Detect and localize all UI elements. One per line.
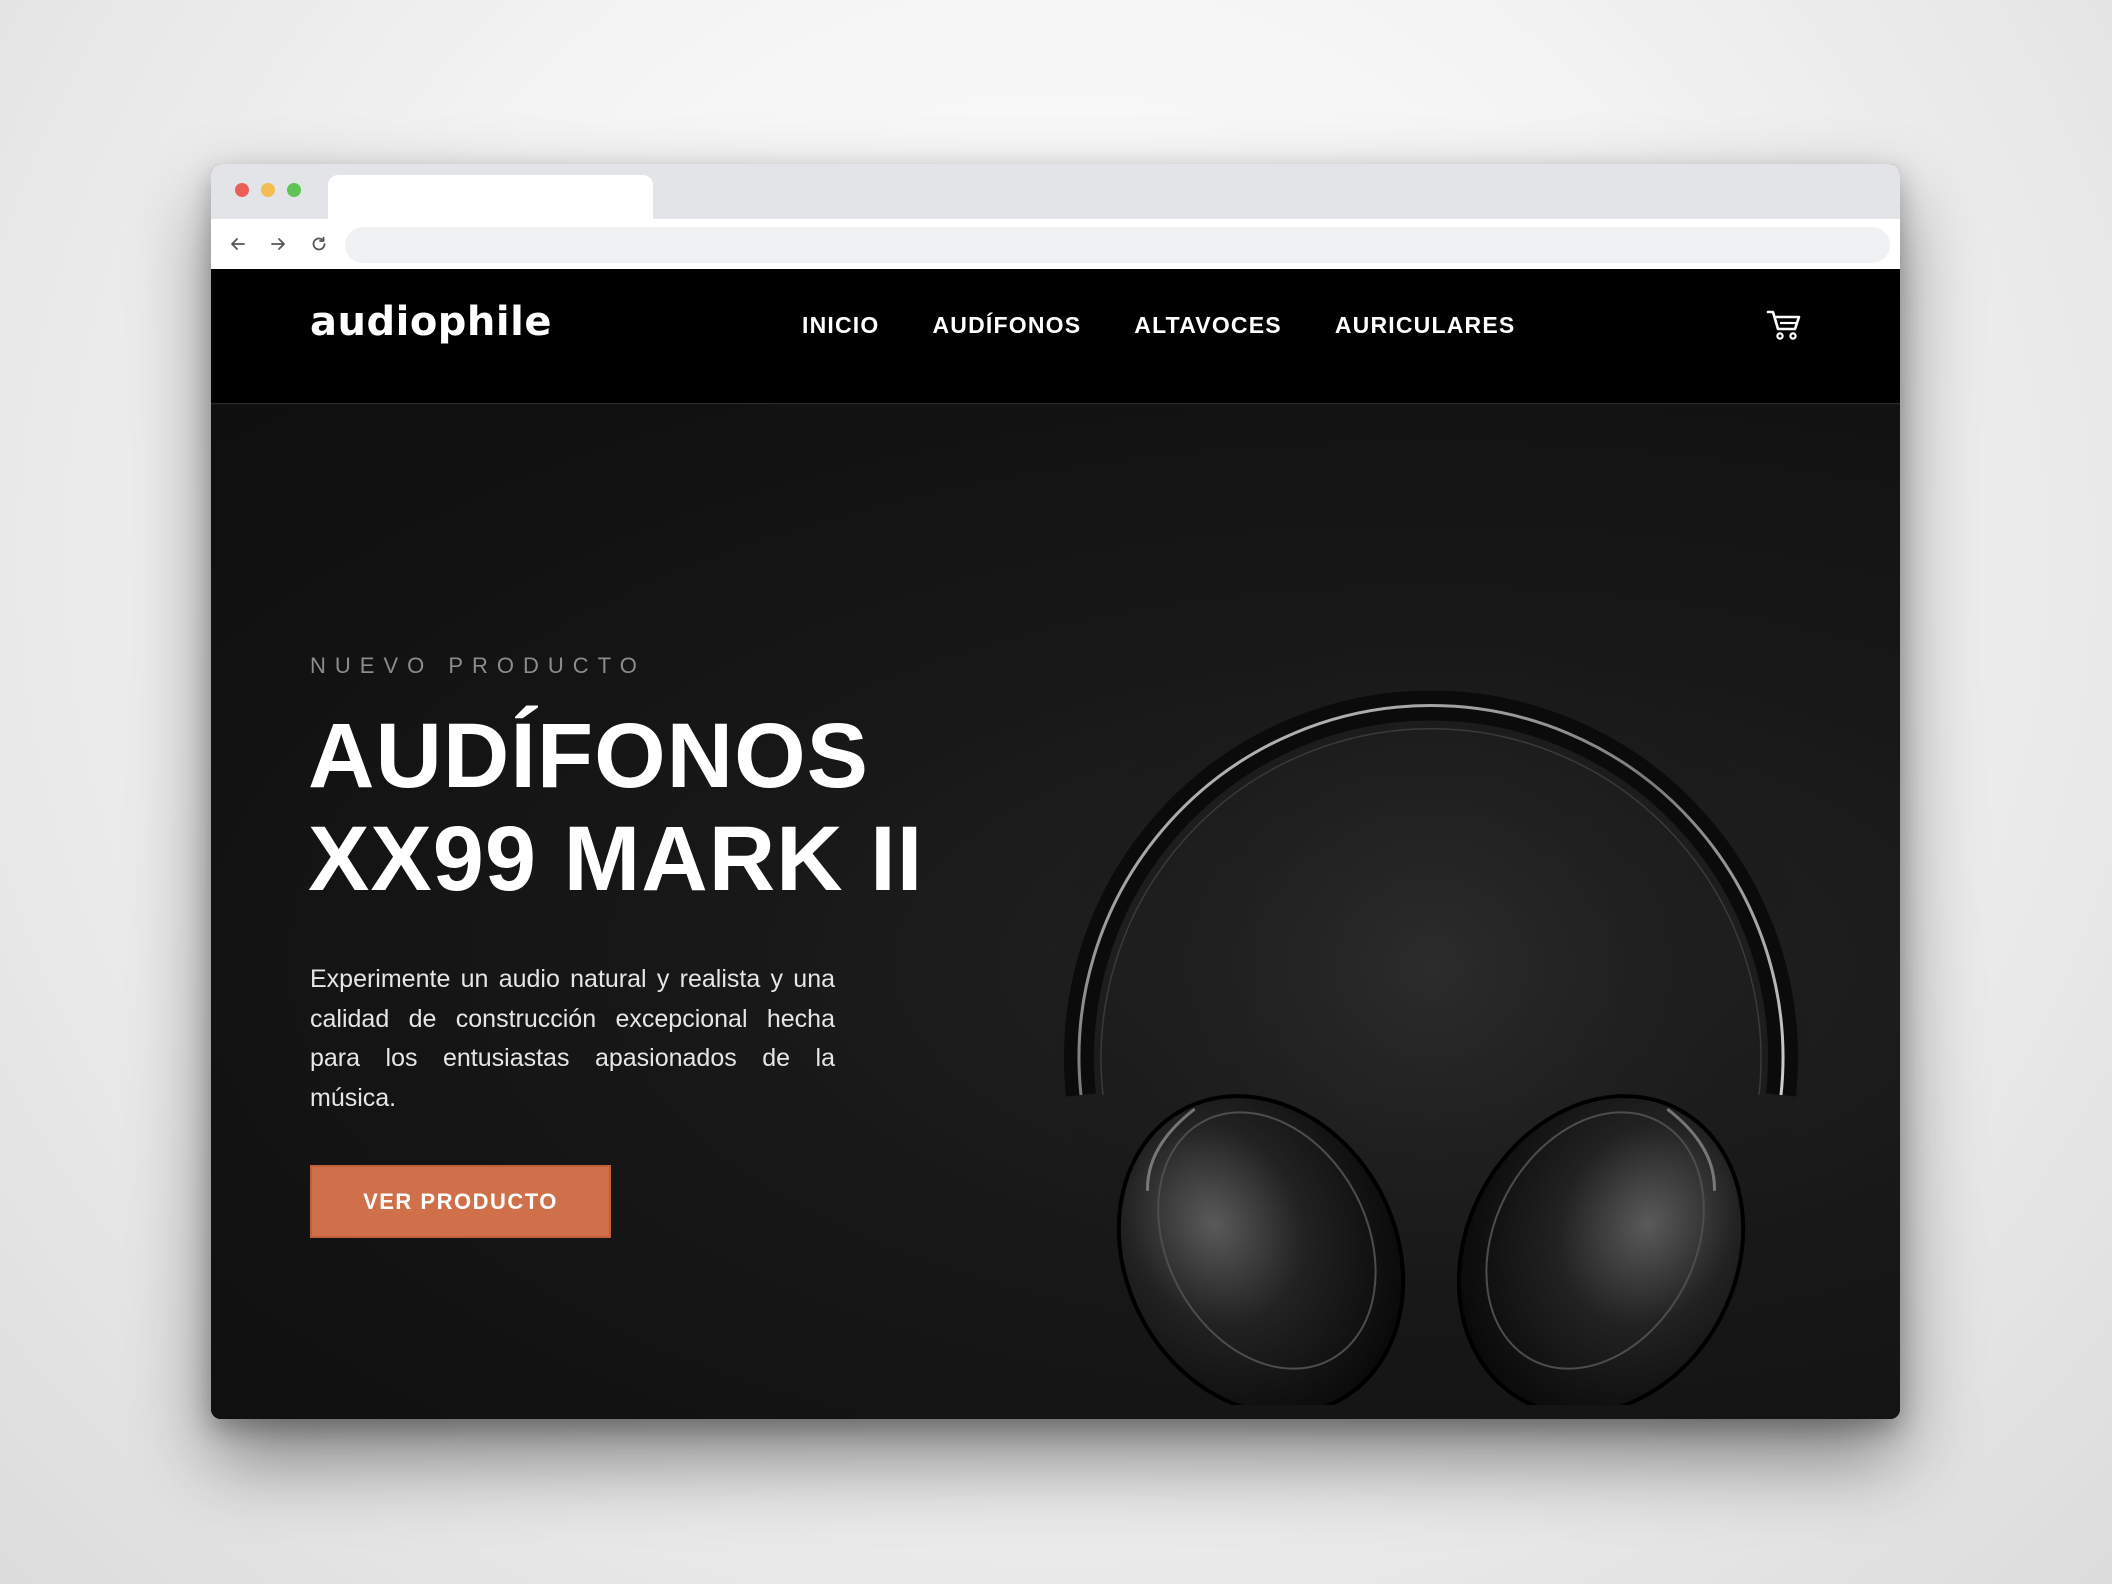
close-dot[interactable] <box>235 183 249 197</box>
window-controls <box>235 183 301 197</box>
address-bar[interactable] <box>345 227 1890 263</box>
active-tab[interactable] <box>328 175 653 219</box>
maximize-dot[interactable] <box>287 183 301 197</box>
ver-producto-button[interactable]: VER PRODUCTO <box>310 1165 611 1238</box>
hero-overline: NUEVO PRODUCTO <box>310 653 646 678</box>
back-arrow-icon[interactable] <box>226 232 250 256</box>
main-nav: INICIO AUDÍFONOS ALTAVOCES AURICULARES <box>802 312 1515 339</box>
site-logo[interactable]: audiophile <box>310 299 552 345</box>
nav-item-audifonos[interactable]: AUDÍFONOS <box>932 312 1081 339</box>
nav-item-auriculares[interactable]: AURICULARES <box>1335 312 1516 339</box>
headphones-image <box>1051 625 1811 1405</box>
forward-arrow-icon[interactable] <box>266 232 290 256</box>
site-header: audiophile INICIO AUDÍFONOS ALTAVOCES AU… <box>211 269 1900 404</box>
tab-bar <box>211 164 1900 219</box>
hero-title: AUDÍFONOS XX99 MARK II <box>308 705 1028 911</box>
hero-title-line1: AUDÍFONOS <box>308 705 869 807</box>
website: audiophile INICIO AUDÍFONOS ALTAVOCES AU… <box>211 269 1900 1419</box>
hero-description: Experimente un audio natural y realista … <box>310 965 835 1112</box>
browser-window: audiophile INICIO AUDÍFONOS ALTAVOCES AU… <box>211 164 1900 1419</box>
reload-icon[interactable] <box>307 232 331 256</box>
nav-item-inicio[interactable]: INICIO <box>802 312 879 339</box>
browser-toolbar <box>211 219 1900 269</box>
hero-section: NUEVO PRODUCTO AUDÍFONOS XX99 MARK II Ex… <box>211 405 1900 1419</box>
hero-title-line2: XX99 MARK II <box>308 808 924 910</box>
nav-item-altavoces[interactable]: ALTAVOCES <box>1134 312 1282 339</box>
cart-icon[interactable] <box>1764 304 1804 344</box>
minimize-dot[interactable] <box>261 183 275 197</box>
